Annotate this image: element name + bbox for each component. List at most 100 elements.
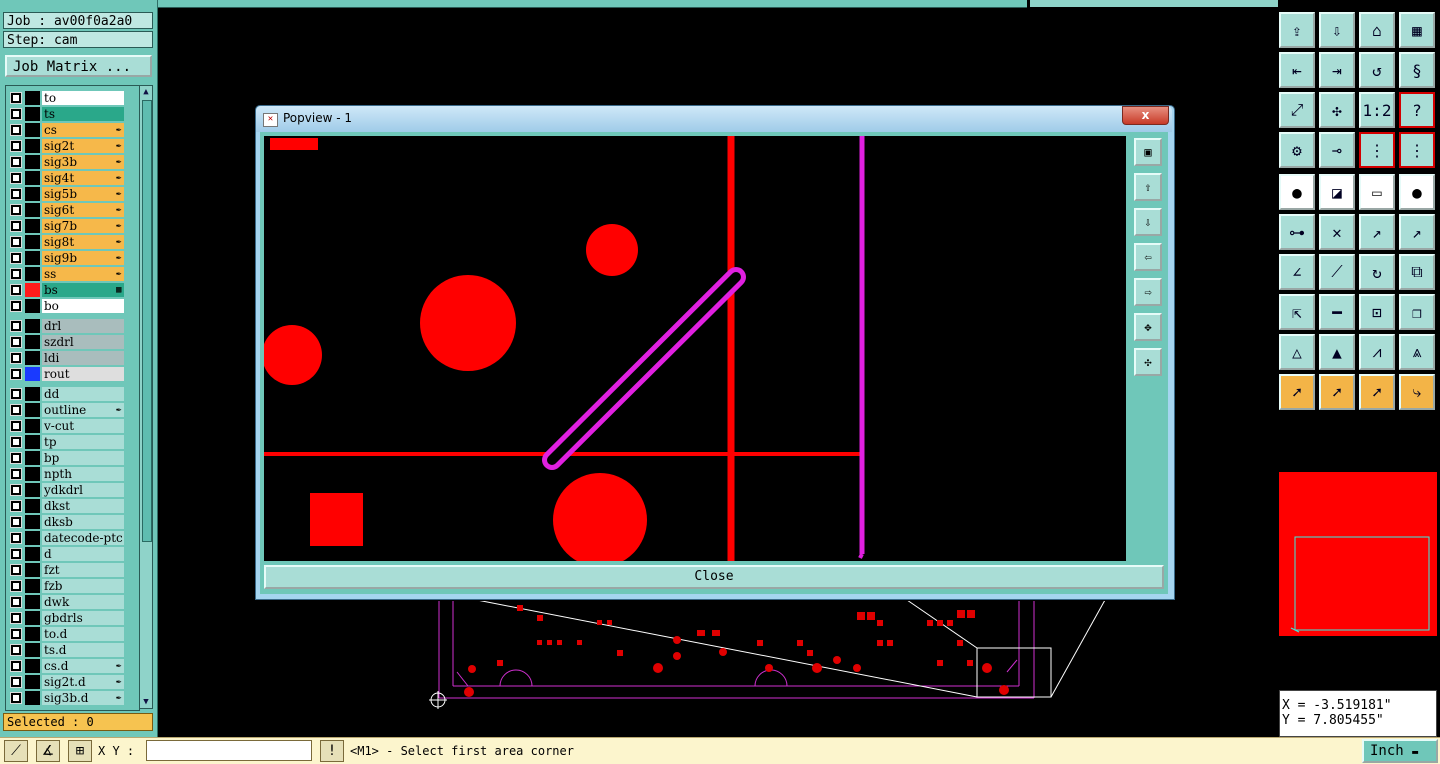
layer-color-swatch[interactable] <box>25 691 40 705</box>
layer-row[interactable]: npth <box>6 466 139 482</box>
layer-checkbox[interactable] <box>10 532 22 544</box>
ruler-icon[interactable]: ▭ <box>1359 174 1395 210</box>
arrow-icon[interactable]: ↗ <box>1359 214 1395 250</box>
layer-name[interactable]: sig5b <box>42 187 124 201</box>
layer-row[interactable]: gbdrls <box>6 610 139 626</box>
layer-row[interactable]: bs ▦ <box>6 282 139 298</box>
layer-row[interactable]: bp <box>6 450 139 466</box>
layer-row[interactable]: rout <box>6 366 139 382</box>
layer-color-swatch[interactable] <box>25 451 40 465</box>
layer-color-swatch[interactable] <box>25 531 40 545</box>
layer-row[interactable]: sig9b ✒ <box>6 250 139 266</box>
layer-checkbox[interactable] <box>10 612 22 624</box>
layer-row[interactable]: ldi <box>6 350 139 366</box>
layer-row[interactable]: cs.d ✒ <box>6 658 139 674</box>
bottom-icon[interactable]: ⇩ <box>1319 12 1355 48</box>
stack2-icon[interactable]: ⋮ <box>1399 132 1435 168</box>
select-icon[interactable]: ● <box>1279 174 1315 210</box>
layer-name[interactable]: npth <box>42 467 124 481</box>
minus-icon[interactable]: ━ <box>1319 294 1355 330</box>
layer-color-swatch[interactable] <box>25 139 40 153</box>
line2-icon[interactable]: ⟋ <box>1319 254 1355 290</box>
mirror-icon[interactable]: ⧉ <box>1399 254 1435 290</box>
layer-color-swatch[interactable] <box>25 579 40 593</box>
layer-color-swatch[interactable] <box>25 187 40 201</box>
wrench-icon[interactable]: ⚙ <box>1279 132 1315 168</box>
zoom-ratio-icon[interactable]: 1:2 <box>1359 92 1395 128</box>
layer-name[interactable]: sig2t <box>42 139 124 153</box>
layer-checkbox[interactable] <box>10 484 22 496</box>
left-icon[interactable]: ⇤ <box>1279 52 1315 88</box>
layer-checkbox[interactable] <box>10 108 22 120</box>
layer-color-swatch[interactable] <box>25 659 40 673</box>
layer-row[interactable]: outline ✒ <box>6 402 139 418</box>
pop-fit-icon[interactable]: ✥ <box>1134 313 1162 341</box>
layer-name[interactable]: sig6t <box>42 203 124 217</box>
layer-checkbox[interactable] <box>10 436 22 448</box>
layer-name[interactable]: dkst <box>42 499 124 513</box>
layer-checkbox[interactable] <box>10 660 22 672</box>
layer-name[interactable]: v-cut <box>42 419 124 433</box>
line-icon[interactable]: ∠ <box>1279 254 1315 290</box>
layer-checkbox[interactable] <box>10 220 22 232</box>
pop-left-icon[interactable]: ⇦ <box>1134 243 1162 271</box>
layer-color-swatch[interactable] <box>25 627 40 641</box>
undo-icon[interactable]: ↺ <box>1359 52 1395 88</box>
layer-name[interactable]: ldi <box>42 351 124 365</box>
home-icon[interactable]: ⌂ <box>1359 12 1395 48</box>
layer-checkbox[interactable] <box>10 564 22 576</box>
pop-top-icon[interactable]: ⇧ <box>1134 173 1162 201</box>
pop-view-icon[interactable]: ▣ <box>1134 138 1162 166</box>
tri3-icon[interactable]: ⩘ <box>1359 334 1395 370</box>
pointer2-icon[interactable]: ➚ <box>1319 374 1355 410</box>
scroll-up-icon[interactable]: ▲ <box>140 86 152 98</box>
right-icon[interactable]: ⇥ <box>1319 52 1355 88</box>
tri2-icon[interactable]: ▲ <box>1319 334 1355 370</box>
layer-name[interactable]: datecode-ptc <box>42 531 124 545</box>
layer-checkbox[interactable] <box>10 236 22 248</box>
layer-row[interactable]: sig4t ✒ <box>6 170 139 186</box>
layer-name[interactable]: sig8t <box>42 235 124 249</box>
path-icon[interactable]: ⤷ <box>1399 374 1435 410</box>
dot-icon[interactable]: ● <box>1399 174 1435 210</box>
arrow2-icon[interactable]: ↗ <box>1399 214 1435 250</box>
layer-row[interactable]: drl <box>6 318 139 334</box>
cross-icon[interactable]: ✕ <box>1319 214 1355 250</box>
layer-name[interactable]: bo <box>42 299 124 313</box>
layer-color-swatch[interactable] <box>25 267 40 281</box>
layer-row[interactable]: sig7b ✒ <box>6 218 139 234</box>
layer-row[interactable]: dksb <box>6 514 139 530</box>
layer-row[interactable]: sig3b.d ✒ <box>6 690 139 706</box>
layer-checkbox[interactable] <box>10 452 22 464</box>
layer-name[interactable]: outline <box>42 403 124 417</box>
layer-checkbox[interactable] <box>10 548 22 560</box>
layer-checkbox[interactable] <box>10 500 22 512</box>
scroll-thumb[interactable] <box>142 100 152 542</box>
pop-center-icon[interactable]: ✣ <box>1134 348 1162 376</box>
key-icon[interactable]: ⊸ <box>1319 132 1355 168</box>
layer-color-swatch[interactable] <box>25 299 40 313</box>
layer-row[interactable]: to <box>6 90 139 106</box>
net-icon[interactable]: ⊶ <box>1279 214 1315 250</box>
center-icon[interactable]: ✣ <box>1319 92 1355 128</box>
layer-row[interactable]: dwk <box>6 594 139 610</box>
layer-color-swatch[interactable] <box>25 367 40 381</box>
layer-row[interactable]: sig3b ✒ <box>6 154 139 170</box>
tri4-icon[interactable]: ⩓ <box>1399 334 1435 370</box>
grid-icon[interactable]: ▦ <box>1399 12 1435 48</box>
copy-icon[interactable]: ❐ <box>1399 294 1435 330</box>
layer-checkbox[interactable] <box>10 692 22 704</box>
window-close-button[interactable]: x <box>1122 106 1169 125</box>
layer-checkbox[interactable] <box>10 368 22 380</box>
layer-row[interactable]: sig6t ✒ <box>6 202 139 218</box>
layer-row[interactable]: d <box>6 546 139 562</box>
layer-name[interactable]: gbdrls <box>42 611 124 625</box>
layer-name[interactable]: sig2t.d <box>42 675 124 689</box>
alert-icon[interactable]: ! <box>320 740 344 762</box>
layer-checkbox[interactable] <box>10 204 22 216</box>
layer-color-swatch[interactable] <box>25 467 40 481</box>
layer-color-swatch[interactable] <box>25 91 40 105</box>
layer-color-swatch[interactable] <box>25 483 40 497</box>
layer-color-swatch[interactable] <box>25 335 40 349</box>
layer-checkbox[interactable] <box>10 252 22 264</box>
